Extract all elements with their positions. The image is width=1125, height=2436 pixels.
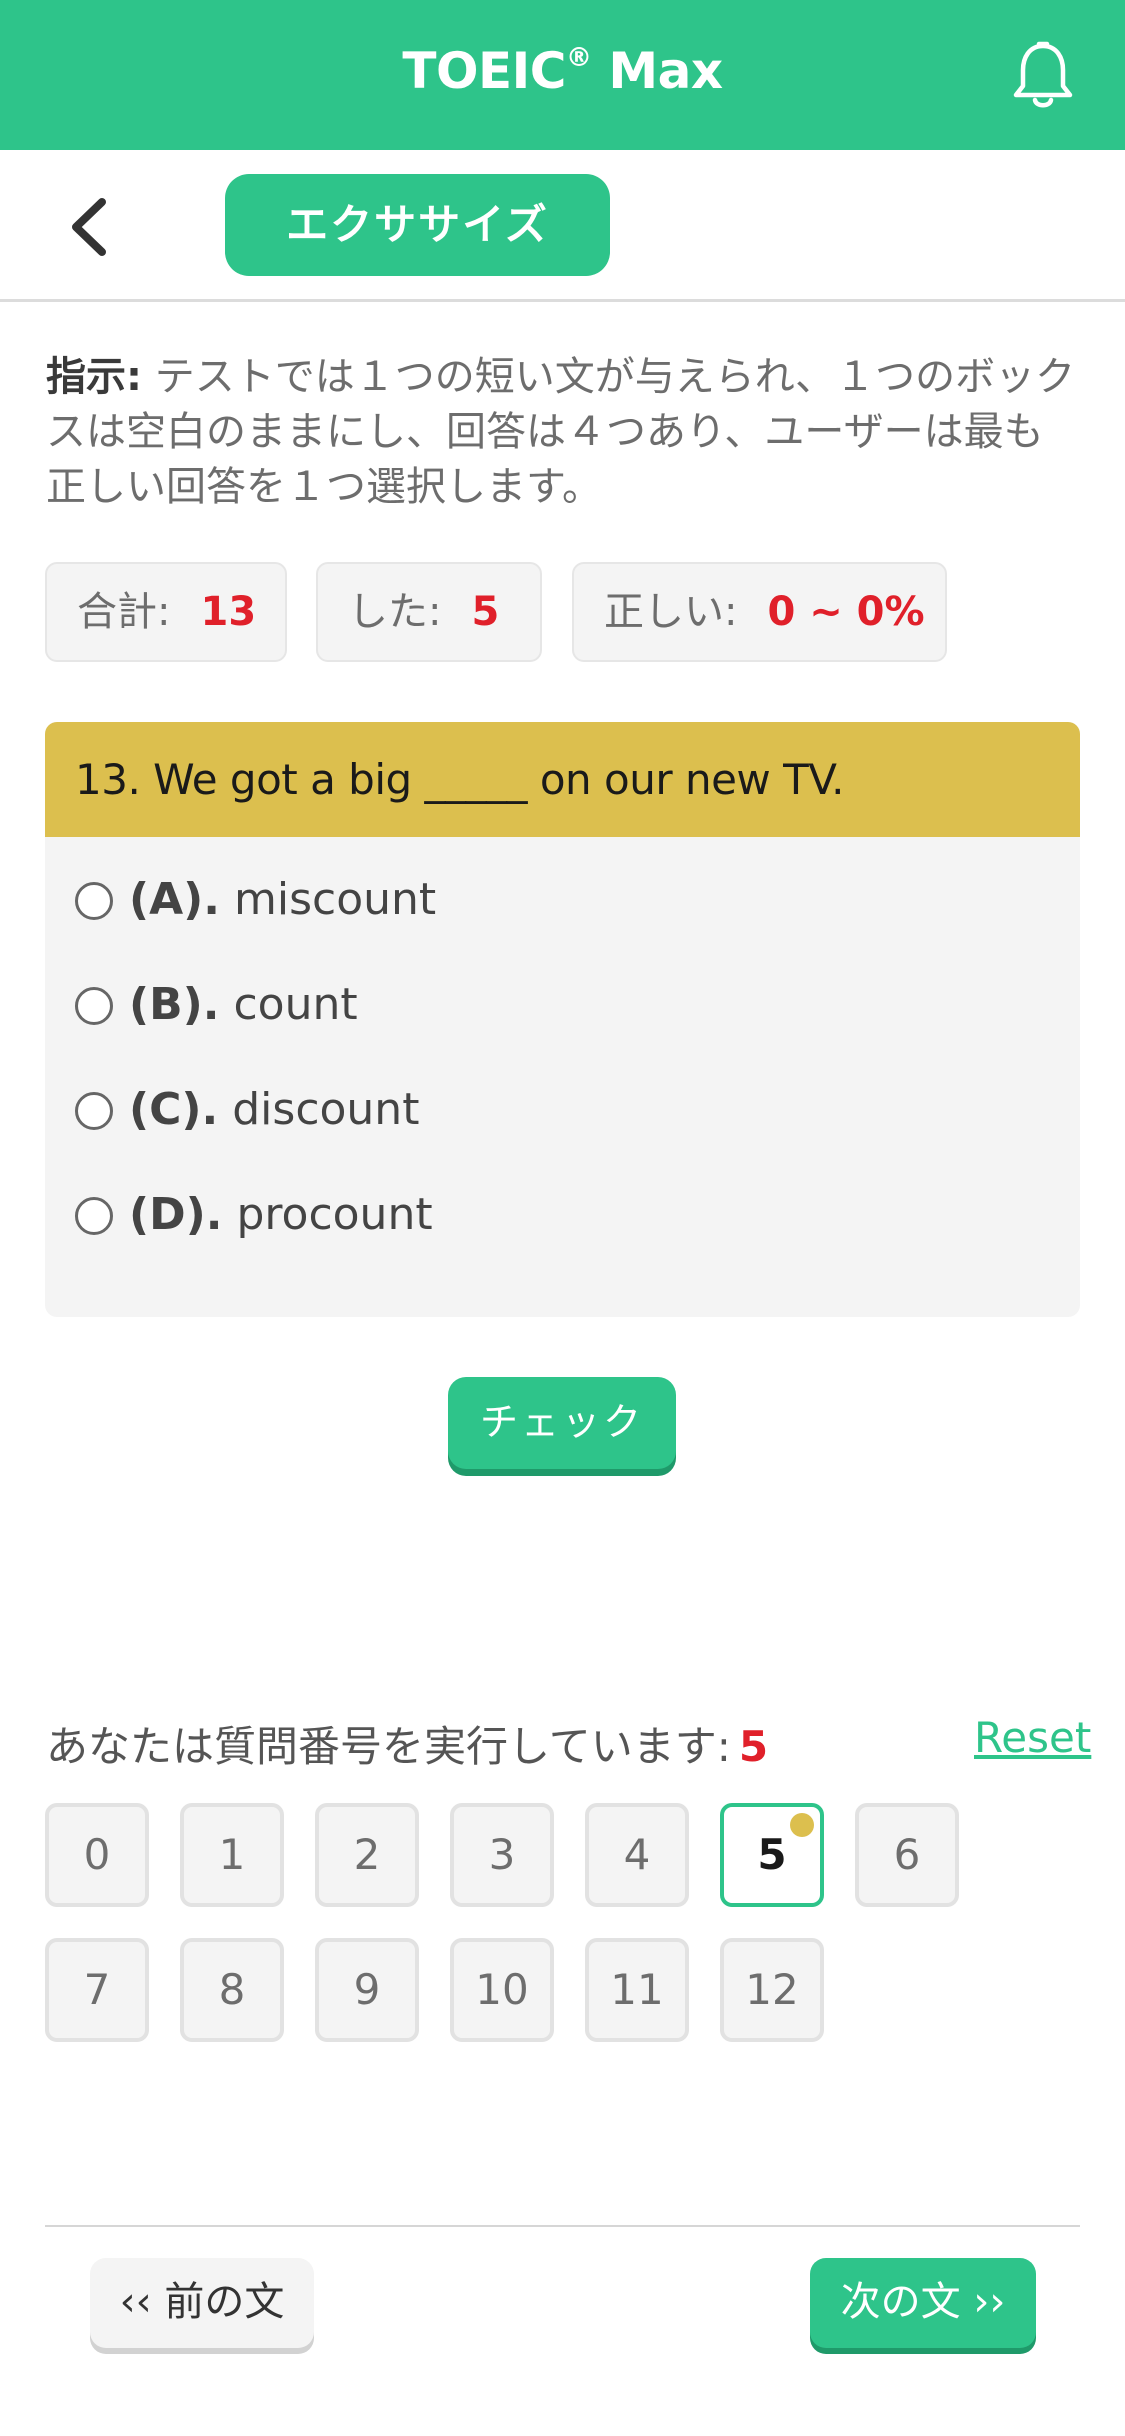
instructions-text: テストでは１つの短い文が与えられ、１つのボックスは空白のままにし、回答は４つあり… — [46, 354, 1076, 510]
question-number-button[interactable]: 1 — [180, 1803, 284, 1907]
option-letter: (B). — [129, 979, 220, 1030]
question-number-button[interactable]: 7 — [45, 1938, 149, 2042]
question-number-button[interactable]: 4 — [585, 1803, 689, 1907]
option-text: procount — [236, 1189, 433, 1240]
stat-total-value: 13 — [200, 589, 257, 635]
question-number-label: 5 — [757, 1830, 787, 1879]
registered-mark: ® — [565, 43, 592, 73]
question-number-button[interactable]: 10 — [450, 1938, 554, 2042]
question-number-button[interactable]: 2 — [315, 1803, 419, 1907]
question-card: 13. We got a big _____ on our new TV. (A… — [45, 722, 1080, 1317]
current-indicator-dot — [790, 1813, 814, 1837]
stat-correct-value: 0 ~ 0% — [767, 589, 925, 635]
reset-link[interactable]: Reset — [974, 1713, 1091, 1762]
option-c[interactable]: (C). discount — [75, 1080, 419, 1140]
question-text: 13. We got a big _____ on our new TV. — [45, 722, 1080, 837]
radio-icon[interactable] — [75, 1197, 113, 1235]
option-text: count — [233, 979, 358, 1030]
app-header: TOEIC® Max — [0, 0, 1125, 150]
tab-exercise[interactable]: エクササイズ — [225, 174, 610, 276]
radio-icon[interactable] — [75, 882, 113, 920]
progress-label-text: あなたは質問番号を実行しています: — [46, 1722, 731, 1771]
stat-total-label: 合計: — [77, 589, 171, 635]
option-letter: (D). — [129, 1189, 223, 1240]
option-b[interactable]: (B). count — [75, 975, 358, 1035]
divider — [45, 2225, 1080, 2227]
progress-label: あなたは質問番号を実行しています: 5 — [46, 1713, 768, 1774]
question-number-button[interactable]: 8 — [180, 1938, 284, 2042]
option-d[interactable]: (D). procount — [75, 1185, 433, 1245]
chevron-left-icon[interactable] — [60, 192, 120, 262]
question-number-button[interactable]: 0 — [45, 1803, 149, 1907]
app-suffix: Max — [608, 42, 723, 100]
sub-navigation: エクササイズ — [0, 150, 1125, 302]
stat-correct: 正しい: 0 ~ 0% — [572, 562, 947, 662]
previous-sentence-button[interactable]: ‹‹ 前の文 — [90, 2258, 314, 2348]
bell-icon[interactable] — [1005, 38, 1081, 114]
option-text: discount — [232, 1084, 420, 1135]
app-title: TOEIC® Max — [0, 42, 1125, 100]
stat-correct-label: 正しい: — [604, 589, 738, 635]
option-text: miscount — [234, 874, 437, 925]
option-a[interactable]: (A). miscount — [75, 870, 436, 930]
current-question-number: 5 — [738, 1722, 769, 1771]
option-letter: (A). — [129, 874, 220, 925]
instructions: 指示: テストでは１つの短い文が与えられ、１つのボックスは空白のままにし、回答は… — [46, 350, 1081, 515]
option-letter: (C). — [129, 1084, 219, 1135]
question-number-button[interactable]: 6 — [855, 1803, 959, 1907]
question-number-button-current[interactable]: 5 — [720, 1803, 824, 1907]
radio-icon[interactable] — [75, 1092, 113, 1130]
question-number-button[interactable]: 12 — [720, 1938, 824, 2042]
question-number-button[interactable]: 11 — [585, 1938, 689, 2042]
question-number-button[interactable]: 9 — [315, 1938, 419, 2042]
stat-done: した: 5 — [316, 562, 542, 662]
stat-total: 合計: 13 — [45, 562, 287, 662]
check-button[interactable]: チェック — [448, 1377, 676, 1469]
question-number-button[interactable]: 3 — [450, 1803, 554, 1907]
app-name: TOEIC — [402, 42, 566, 100]
next-sentence-button[interactable]: 次の文 ›› — [810, 2258, 1036, 2348]
instructions-prefix: 指示: — [46, 354, 142, 400]
radio-icon[interactable] — [75, 987, 113, 1025]
stat-done-label: した: — [348, 589, 442, 635]
stat-done-value: 5 — [471, 589, 500, 635]
